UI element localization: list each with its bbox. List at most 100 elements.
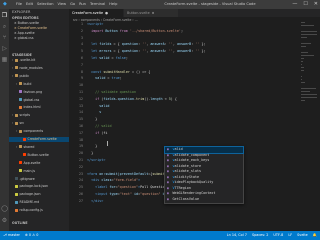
tree-file[interactable]: favicon.png xyxy=(9,90,69,95)
code-line[interactable]: let valid = false; xyxy=(87,56,317,61)
line-number: 27 xyxy=(79,198,83,203)
tree-folder[interactable]: › .svelte-kit xyxy=(9,58,69,63)
code-line[interactable]: import Button from '../shared/Button.sve… xyxy=(87,29,317,34)
line-number: 2 xyxy=(81,28,83,33)
code-line[interactable]: valid = true; xyxy=(87,76,317,81)
tree-folder[interactable]: › node_modules xyxy=(9,66,69,71)
tree-folder[interactable]: › public xyxy=(9,74,69,79)
status-item[interactable]: Ln 14, Col 7 xyxy=(227,231,247,240)
code-line[interactable]: const submitHandler = () => { xyxy=(87,70,317,75)
tree-folder[interactable]: › src xyxy=(9,121,69,126)
status-item[interactable]: Svelte xyxy=(297,231,308,240)
open-editor-item[interactable]: × global.css xyxy=(14,36,34,40)
code-line[interactable]: if (fields.question.trim().length < 5) { xyxy=(87,97,317,102)
code-line[interactable]: } xyxy=(87,117,317,122)
tree-file[interactable]: package-lock.json xyxy=(9,184,69,189)
vscode-logo-icon: ◆ xyxy=(3,1,7,7)
tree-file[interactable]: .gitignore xyxy=(9,177,69,182)
status-item[interactable]: ⊗ 0 ⚠ 0 xyxy=(25,231,38,240)
extensions-icon[interactable]: ▦ xyxy=(1,56,8,63)
menu-item[interactable]: Edit xyxy=(26,1,33,8)
project-header[interactable]: STAGESIDE xyxy=(12,53,32,57)
minimap-line xyxy=(301,82,306,83)
menu-item[interactable]: Go xyxy=(70,1,75,8)
tree-file[interactable]: package.json xyxy=(9,192,69,197)
source-control-icon[interactable]: ⑂ xyxy=(1,34,8,41)
gear-icon[interactable]: ⚙ xyxy=(1,217,8,224)
menu-item[interactable]: Help xyxy=(109,1,117,8)
tree-folder[interactable]: › components xyxy=(9,129,69,134)
code-line[interactable]: // valid xyxy=(87,124,317,129)
folder-icon xyxy=(19,145,22,149)
tree-item-label: build xyxy=(23,81,32,86)
close-icon[interactable]: × xyxy=(152,11,155,15)
status-item[interactable]: UTF-8 xyxy=(273,231,283,240)
open-editors-header[interactable]: OPEN EDITORS xyxy=(12,16,39,20)
line-number: 24 xyxy=(79,178,83,183)
breadcrumb[interactable]: src › components › CreateForm.svelte › .… xyxy=(73,18,138,22)
line-number: 4 xyxy=(81,42,83,47)
open-editor-item[interactable]: × CreateForm.svelte xyxy=(14,26,47,30)
tree-folder[interactable]: › shared xyxy=(9,145,69,150)
code-line[interactable]: let fields = { question: '', answerA: ''… xyxy=(87,42,317,47)
minimap-line xyxy=(301,94,317,95)
tree-item-label: .svelte-kit xyxy=(19,58,36,62)
tree-folder[interactable]: › build xyxy=(9,82,69,87)
code-line[interactable]: let errors = { question: '', answerA: ''… xyxy=(87,49,317,54)
menu-item[interactable]: Run xyxy=(79,1,86,8)
tree-file[interactable]: Button.svelte xyxy=(9,153,69,158)
code-line[interactable]: // validate question xyxy=(87,90,317,95)
folder-icon xyxy=(15,58,18,62)
tree-file[interactable]: global.css xyxy=(9,98,69,103)
tree-item-label: package.json xyxy=(19,192,41,197)
status-item[interactable]: ⎇ master xyxy=(3,231,20,240)
window-title: CreateForm.svelte - stageside - Visual S… xyxy=(164,2,256,6)
tree-item-label: global.css xyxy=(23,97,40,102)
account-icon[interactable]: ◯ xyxy=(1,205,8,212)
code-line[interactable]: valid xyxy=(87,104,317,109)
file-icon xyxy=(19,105,22,109)
tree-folder[interactable]: › scripts xyxy=(9,113,69,118)
suggestion-item[interactable]: ▣ GetClassValue xyxy=(165,197,243,203)
menu-item[interactable]: Selection xyxy=(37,1,54,8)
debug-icon[interactable]: ▷ xyxy=(1,45,8,52)
code-line[interactable]: v xyxy=(87,110,317,115)
unsaved-dot-icon[interactable]: ● xyxy=(105,11,108,15)
code-line[interactable]: <script> xyxy=(87,22,317,27)
menu-item[interactable]: Terminal xyxy=(90,1,105,8)
maximize-icon[interactable]: ☐ xyxy=(303,0,307,9)
folder-icon xyxy=(15,121,18,125)
tree-item-label: package-lock.json xyxy=(19,184,49,189)
tree-file[interactable]: main.js xyxy=(9,169,69,174)
tree-file[interactable]: index.html xyxy=(9,105,69,110)
open-editor-item[interactable]: × App.svelte xyxy=(14,31,35,35)
status-item[interactable]: Spaces: 2 xyxy=(252,231,268,240)
tree-file[interactable]: App.svelte xyxy=(9,161,69,166)
line-number: 3 xyxy=(81,35,83,40)
suggestion-label: alidate_slots xyxy=(174,169,202,173)
outline-header[interactable]: OUTLINE xyxy=(12,221,28,225)
suggestion-widget: ▣ valid ▣ validate_component ▣ validate_each_… xyxy=(164,146,244,204)
line-number: 18 xyxy=(79,137,83,142)
menu-item[interactable]: File xyxy=(16,1,22,8)
code-line[interactable]: if (fi xyxy=(87,131,317,136)
search-icon[interactable]: ⌕ xyxy=(1,23,8,30)
line-number: 23 xyxy=(79,171,83,176)
menu-item[interactable]: View xyxy=(58,1,67,8)
tree-file[interactable]: README.md xyxy=(9,200,69,205)
status-item[interactable]: 🔔 xyxy=(313,231,317,240)
status-item[interactable]: LF xyxy=(288,231,292,240)
minimap-line xyxy=(301,64,303,65)
editor-tab[interactable]: Button.svelte × xyxy=(124,9,178,17)
tree-file[interactable]: rollup.config.js xyxy=(9,208,69,213)
tree-item-label: node_modules xyxy=(19,65,43,70)
tree-item-label: public xyxy=(19,73,30,78)
open-editor-item[interactable]: × Button.svelte xyxy=(14,21,39,25)
minimize-icon[interactable]: — xyxy=(292,0,297,9)
close-icon[interactable]: ✕ xyxy=(314,0,318,9)
explorer-icon[interactable]: ❐ xyxy=(1,12,8,19)
minimap[interactable] xyxy=(301,22,318,112)
editor-tab[interactable]: CreateForm.svelte ● xyxy=(69,9,123,17)
editor-tabs: CreateForm.svelte ● Button.svelte × xyxy=(69,9,320,17)
tree-file[interactable]: CreateForm.svelte xyxy=(9,137,69,143)
